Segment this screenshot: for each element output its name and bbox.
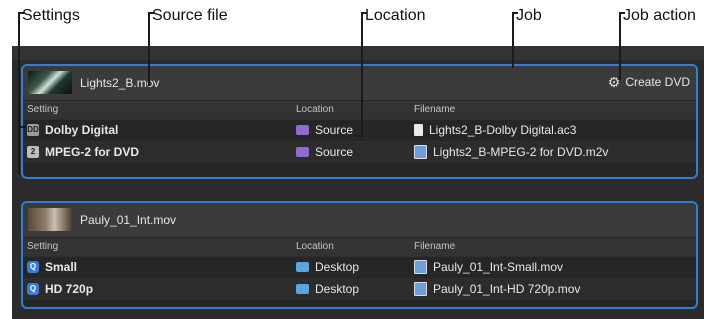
- callout-line-source-file: [148, 12, 150, 86]
- table-row[interactable]: 2 MPEG-2 for DVD Source Lights2_B-MPEG-2…: [23, 141, 696, 163]
- source-file-name: Pauly_01_Int.mov: [80, 213, 177, 227]
- column-setting: Setting: [27, 241, 59, 252]
- callout-job-action: Job action: [623, 7, 696, 24]
- video-thumbnail: [28, 208, 72, 231]
- callout-location: Location: [365, 7, 426, 24]
- folder-icon: [296, 262, 309, 272]
- location-label: Desktop: [315, 260, 360, 274]
- movie-file-icon: [414, 282, 427, 296]
- panel-toolbar-strip: [12, 46, 704, 60]
- table-row[interactable]: DD Dolby Digital Source Lights2_B-Dolby …: [23, 119, 696, 141]
- video-thumbnail: [28, 71, 72, 94]
- location-label: Source: [315, 123, 354, 137]
- output-filename: Pauly_01_Int-HD 720p.mov: [433, 282, 581, 296]
- callout-tick-job-action: [619, 12, 625, 14]
- job-card-2[interactable]: Pauly_01_Int.mov Setting Location Filena…: [21, 201, 698, 309]
- job-card-1[interactable]: Lights2_B.mov ⚙ Create DVD Setting Locat…: [21, 64, 698, 179]
- location-popup[interactable]: Source: [296, 123, 353, 137]
- location-popup[interactable]: Source: [296, 145, 353, 159]
- callout-line-job-action: [619, 12, 621, 80]
- location-popup[interactable]: Desktop: [296, 260, 359, 274]
- job-action-label: Create DVD: [625, 75, 690, 89]
- column-header-row: Setting Location Filename: [23, 237, 696, 256]
- callout-tick-settings-end: [18, 126, 26, 128]
- output-filename: Lights2_B-Dolby Digital.ac3: [429, 123, 577, 137]
- output-filename: Lights2_B-MPEG-2 for DVD.m2v: [433, 145, 609, 159]
- movie-file-icon: [414, 145, 427, 159]
- dolby-digital-icon: DD: [27, 124, 39, 136]
- column-location: Location: [296, 104, 334, 115]
- callout-settings: Settings: [22, 7, 80, 24]
- column-filename: Filename: [414, 104, 456, 115]
- callout-tick-location-end: [355, 135, 363, 137]
- setting-name: Small: [45, 260, 78, 274]
- location-label: Source: [315, 145, 354, 159]
- batch-panel: Lights2_B.mov ⚙ Create DVD Setting Locat…: [12, 46, 704, 319]
- callout-line-settings: [18, 12, 20, 174]
- mpeg2-icon: 2: [27, 146, 39, 158]
- column-filename: Filename: [414, 241, 456, 252]
- table-row[interactable]: Q HD 720p Desktop Pauly_01_Int-HD 720p.m…: [23, 278, 696, 300]
- location-popup[interactable]: Desktop: [296, 282, 359, 296]
- output-filename: Pauly_01_Int-Small.mov: [433, 260, 564, 274]
- setting-name: Dolby Digital: [45, 123, 119, 137]
- callout-tick-location: [361, 12, 367, 14]
- callout-tick-job: [512, 12, 518, 14]
- folder-icon: [296, 125, 309, 135]
- document-icon: [414, 124, 423, 136]
- callout-line-location: [361, 12, 363, 136]
- folder-icon: [296, 284, 309, 294]
- job-header[interactable]: Pauly_01_Int.mov: [23, 203, 696, 237]
- movie-file-icon: [414, 260, 427, 274]
- setting-name: HD 720p: [45, 282, 94, 296]
- column-setting: Setting: [27, 104, 59, 115]
- column-location: Location: [296, 241, 334, 252]
- callout-source-file: Source file: [152, 7, 228, 24]
- callout-job: Job: [516, 7, 542, 24]
- folder-icon: [296, 147, 309, 157]
- location-label: Desktop: [315, 282, 360, 296]
- table-row[interactable]: Q Small Desktop Pauly_01_Int-Small.mov: [23, 256, 696, 278]
- quicktime-icon: Q: [27, 261, 39, 273]
- callout-line-job: [512, 12, 514, 68]
- callout-tick-source-file: [148, 12, 154, 14]
- job-header[interactable]: Lights2_B.mov ⚙ Create DVD: [23, 66, 696, 100]
- callout-tick-settings: [18, 12, 24, 14]
- setting-name: MPEG-2 for DVD: [45, 145, 140, 159]
- quicktime-icon: Q: [27, 283, 39, 295]
- column-header-row: Setting Location Filename: [23, 100, 696, 119]
